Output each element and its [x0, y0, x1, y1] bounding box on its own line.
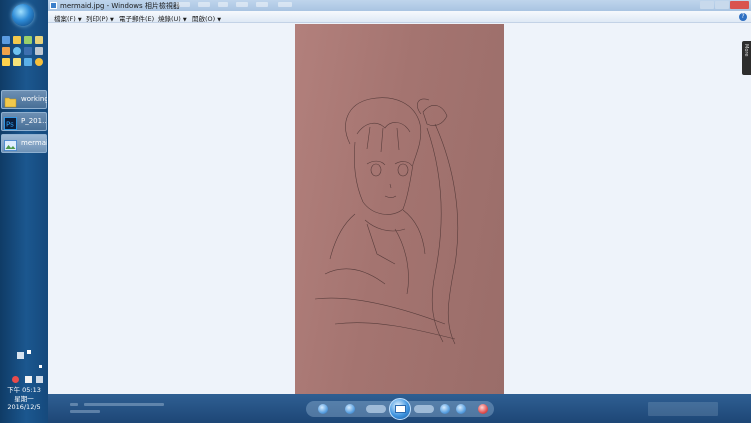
chevron-down-icon: ▼ [110, 17, 114, 23]
quick-launch [2, 36, 46, 66]
photo-viewer-icon [4, 137, 17, 151]
flag-icon[interactable] [25, 376, 32, 383]
ghost-status-text [648, 402, 718, 416]
language-icon[interactable] [12, 376, 19, 383]
quick-launch-icon[interactable] [13, 58, 21, 66]
title-bar: mermaid.jpg - Windows 相片檢視器 [48, 0, 751, 11]
ghost-status-text [70, 403, 78, 406]
clock-weekday: 星期一 [14, 395, 34, 403]
menu-bar: 檔案(F) ▼ 列印(P) ▼ 電子郵件(E) 燒錄(U) ▼ 開啟(O) ▼ ? [48, 11, 751, 23]
arrow-icon[interactable] [27, 350, 31, 354]
quick-launch-icon[interactable] [2, 36, 10, 44]
actual-size-icon[interactable] [345, 404, 355, 414]
network-icon[interactable] [17, 352, 24, 359]
title-ghost-text [256, 2, 268, 7]
quick-launch-icon[interactable] [24, 58, 32, 66]
task-label: mermai... [21, 139, 47, 147]
photoshop-icon: Ps [4, 115, 17, 130]
maximize-button[interactable] [715, 1, 729, 9]
start-button[interactable] [12, 4, 34, 26]
ghost-status-text [84, 403, 164, 406]
side-tab[interactable]: More [742, 41, 751, 75]
rotate-left-icon[interactable] [440, 404, 450, 414]
desktop: working Ps P_201... mermai... 下午 05:13 星… [0, 0, 751, 423]
menu-label: 電子郵件(E) [119, 15, 155, 23]
ghost-status-text [70, 410, 100, 413]
quick-launch-icon[interactable] [2, 58, 10, 66]
title-ghost-text [198, 2, 210, 7]
chevron-down-icon: ▼ [217, 17, 222, 23]
menu-print[interactable]: 列印(P) ▼ [86, 13, 114, 23]
menu-burn[interactable]: 燒錄(U) ▼ [158, 13, 187, 23]
system-tray: 下午 05:13 星期一 2016/12/5 [0, 345, 48, 423]
taskbar: working Ps P_201... mermai... 下午 05:13 星… [0, 0, 48, 423]
task-working[interactable]: working [1, 90, 47, 109]
photo-viewer-icon [50, 2, 57, 9]
minimize-button[interactable] [700, 1, 714, 9]
zoom-icon[interactable] [318, 404, 328, 414]
task-label: working [21, 95, 47, 103]
quick-launch-icon[interactable] [35, 47, 43, 55]
quick-launch-icon[interactable] [35, 36, 43, 44]
folder-icon [4, 93, 17, 108]
close-button[interactable] [730, 1, 749, 9]
task-photo-viewer[interactable]: mermai... [1, 134, 47, 153]
window-title: mermaid.jpg - Windows 相片檢視器 [60, 2, 180, 10]
quick-launch-icon[interactable] [13, 36, 21, 44]
chevron-down-icon: ▼ [182, 17, 187, 23]
side-tab-label: More [743, 44, 749, 57]
help-icon[interactable]: ? [739, 13, 747, 21]
menu-open[interactable]: 開啟(O) ▼ [192, 13, 221, 23]
quick-launch-icon[interactable] [13, 47, 21, 55]
rotate-right-icon[interactable] [456, 404, 466, 414]
menu-label: 開啟(O) [192, 15, 216, 23]
menu-file[interactable]: 檔案(F) ▼ [54, 13, 82, 23]
slideshow-button[interactable] [389, 398, 411, 420]
quick-launch-icon[interactable] [24, 47, 32, 55]
title-ghost-text [236, 2, 248, 7]
menu-email[interactable]: 電子郵件(E) [119, 13, 154, 23]
menu-label: 檔案(F) [54, 15, 76, 23]
quick-launch-icon[interactable] [24, 36, 32, 44]
expand-icon[interactable] [39, 365, 42, 368]
delete-icon[interactable] [478, 404, 488, 414]
title-ghost-text [218, 2, 228, 7]
title-ghost-text [278, 2, 292, 7]
clock-date: 2016/12/5 [7, 403, 41, 411]
sketch-drawing [314, 97, 459, 345]
quick-launch-icon[interactable] [35, 58, 43, 66]
photo-image [295, 24, 504, 394]
speaker-icon[interactable] [36, 376, 43, 383]
quick-launch-icon[interactable] [2, 47, 10, 55]
next-button[interactable] [414, 405, 434, 413]
task-photoshop[interactable]: Ps P_201... [1, 112, 47, 131]
clock-time: 下午 05:13 [7, 386, 41, 394]
slideshow-icon [395, 405, 406, 413]
svg-text:Ps: Ps [6, 121, 14, 129]
photo-viewer-window: mermaid.jpg - Windows 相片檢視器 檔案(F) ▼ 列印(P)… [48, 0, 751, 423]
title-ghost-text [176, 2, 190, 7]
bottom-toolbar [48, 394, 751, 423]
chevron-down-icon: ▼ [77, 17, 82, 23]
task-label: P_201... [21, 117, 47, 125]
previous-button[interactable] [366, 405, 386, 413]
menu-label: 燒錄(U) [158, 15, 181, 23]
menu-label: 列印(P) [86, 15, 108, 23]
image-viewport: More [48, 24, 751, 394]
